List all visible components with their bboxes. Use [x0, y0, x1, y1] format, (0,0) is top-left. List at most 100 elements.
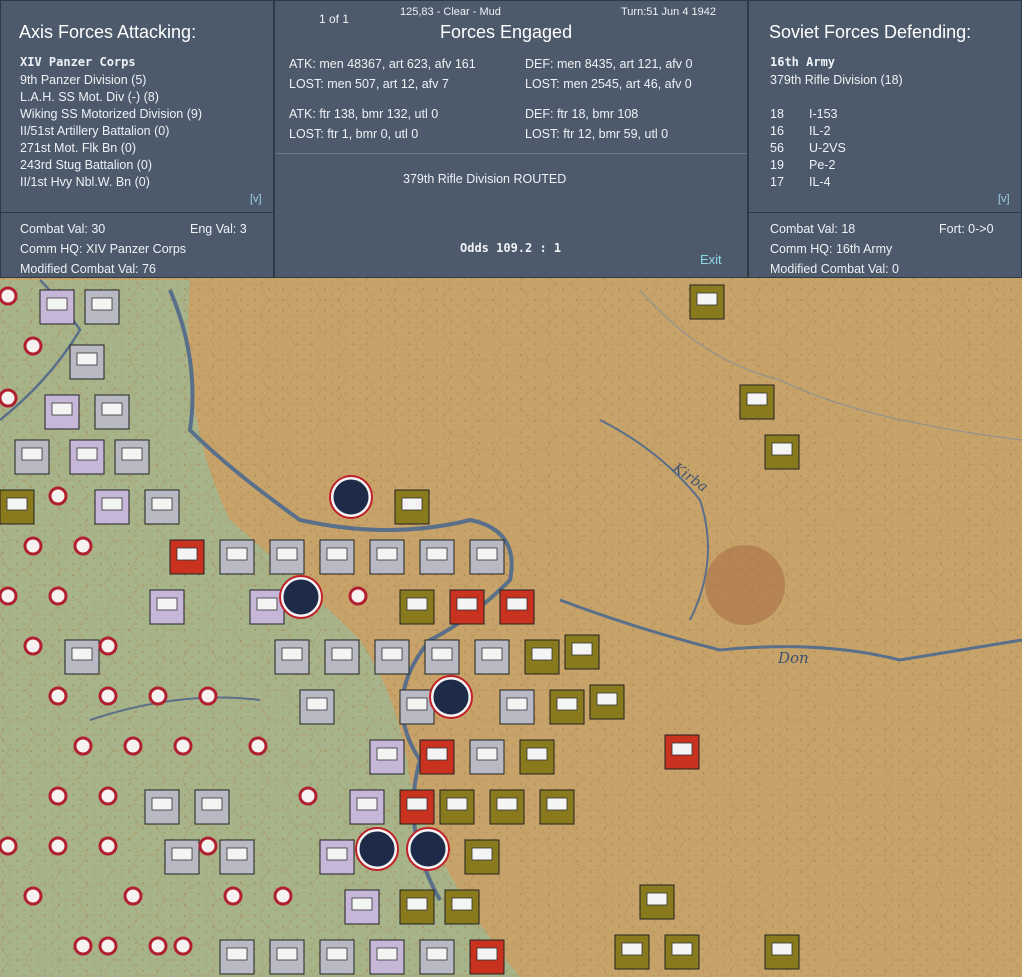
air-type: Pe-2 — [809, 158, 836, 172]
hex-marker-icon — [98, 836, 118, 856]
defender-hq: 16th Army — [770, 55, 836, 69]
hex-marker-icon — [48, 786, 68, 806]
air-mission-icon[interactable] — [330, 476, 372, 518]
hex-marker-icon — [73, 736, 93, 756]
divider — [275, 153, 747, 154]
hex-marker-icon — [98, 786, 118, 806]
air-type: U-2VS — [809, 141, 846, 155]
unit-symbol-icon — [571, 642, 593, 656]
attacker-unit: L.A.H. SS Mot. Div (-) (8) — [20, 90, 159, 104]
odds: Odds 109.2 : 1 — [460, 241, 562, 255]
attacker-unit: II/1st Hvy Nbl.W. Bn (0) — [20, 175, 150, 189]
unit-symbol-icon — [176, 547, 198, 561]
hex-marker-icon — [48, 686, 68, 706]
unit-symbol-icon — [376, 547, 398, 561]
unit-symbol-icon — [531, 647, 553, 661]
unit-symbol-icon — [276, 547, 298, 561]
attacker-hq: XIV Panzer Corps — [20, 55, 136, 69]
air-mission-icon[interactable] — [356, 828, 398, 870]
unit-symbol-icon — [356, 797, 378, 811]
unit-symbol-icon — [326, 847, 348, 861]
unit-symbol-icon — [171, 847, 193, 861]
unit-symbol-icon — [506, 697, 528, 711]
hex-marker-icon — [0, 836, 18, 856]
attacker-expand-button[interactable]: [v] — [250, 193, 262, 205]
attacker-unit: 243rd Stug Battalion (0) — [20, 158, 153, 172]
unit-symbol-icon — [506, 597, 528, 611]
divider — [1, 212, 273, 213]
air-count: 16 — [770, 124, 784, 138]
unit-symbol-icon — [151, 797, 173, 811]
attacker-unit: 271st Mot. Flk Bn (0) — [20, 141, 137, 155]
attacker-eng-val: Eng Val: 3 — [190, 222, 247, 236]
unit-symbol-icon — [746, 392, 768, 406]
attacker-unit: 9th Panzer Division (5) — [20, 73, 147, 87]
defender-fort: Fort: 0->0 — [939, 222, 994, 236]
attacker-title: Axis Forces Attacking: — [19, 22, 197, 42]
unit-symbol-icon — [406, 697, 428, 711]
unit-symbol-icon — [201, 797, 223, 811]
unit-symbol-icon — [771, 442, 793, 456]
unit-symbol-icon — [101, 497, 123, 511]
unit-symbol-icon — [6, 497, 28, 511]
attacker-combat-val: Combat Val: 30 — [20, 222, 106, 236]
attacker-modified-val: Modified Combat Val: 76 — [20, 262, 156, 276]
air-type: IL-2 — [809, 124, 831, 138]
atk-air-lost: LOST: ftr 1, bmr 0, utl 0 — [289, 127, 419, 141]
unit-symbol-icon — [51, 402, 73, 416]
hex-marker-icon — [48, 586, 68, 606]
unit-symbol-icon — [481, 647, 503, 661]
attacker-comm-hq: Comm HQ: XIV Panzer Corps — [20, 242, 187, 256]
unit-symbol-icon — [426, 947, 448, 961]
combat-result: 379th Rifle Division ROUTED — [403, 172, 567, 186]
map-label-don: Don — [777, 649, 809, 667]
hex-marker-icon — [23, 336, 43, 356]
unit-symbol-icon — [546, 797, 568, 811]
unit-symbol-icon — [281, 647, 303, 661]
unit-symbol-icon — [476, 747, 498, 761]
attacker-unit: II/51st Artillery Battalion (0) — [20, 124, 170, 138]
hex-marker-icon — [98, 686, 118, 706]
hex-info: 125,83 - Clear - Mud — [400, 6, 501, 18]
hex-marker-icon — [148, 936, 168, 956]
unit-symbol-icon — [406, 897, 428, 911]
atk-ground-lost: LOST: men 507, art 12, afv 7 — [289, 77, 449, 91]
defender-modified-val: Modified Combat Val: 0 — [770, 262, 899, 276]
defender-title: Soviet Forces Defending: — [769, 22, 972, 42]
air-mission-icon[interactable] — [407, 828, 449, 870]
unit-symbol-icon — [556, 697, 578, 711]
unit-symbol-icon — [226, 847, 248, 861]
hex-marker-icon — [98, 936, 118, 956]
def-air-lost: LOST: ftr 12, bmr 59, utl 0 — [525, 127, 669, 141]
air-mission-icon[interactable] — [280, 576, 322, 618]
unit-symbol-icon — [406, 797, 428, 811]
hex-marker-icon — [23, 636, 43, 656]
defender-unit: 379th Rifle Division (18) — [770, 73, 903, 87]
unit-symbol-icon — [376, 747, 398, 761]
defender-panel: Soviet Forces Defending: 16th Army 379th… — [748, 0, 1022, 278]
unit-symbol-icon — [76, 447, 98, 461]
unit-symbol-icon — [226, 947, 248, 961]
exit-button[interactable]: Exit — [700, 252, 722, 267]
hex-marker-icon — [73, 536, 93, 556]
hex-marker-icon — [173, 936, 193, 956]
hex-marker-icon — [273, 886, 293, 906]
unit-symbol-icon — [121, 447, 143, 461]
unit-symbol-icon — [526, 747, 548, 761]
unit-symbol-icon — [646, 892, 668, 906]
hex-marker-icon — [123, 886, 143, 906]
unit-symbol-icon — [91, 297, 113, 311]
unit-symbol-icon — [621, 942, 643, 956]
unit-symbol-icon — [456, 597, 478, 611]
hex-marker-icon — [123, 736, 143, 756]
hex-marker-icon — [0, 388, 18, 408]
air-count: 18 — [770, 107, 784, 121]
defender-expand-button[interactable]: [v] — [998, 193, 1010, 205]
air-mission-icon[interactable] — [430, 676, 472, 718]
unit-symbol-icon — [101, 402, 123, 416]
air-count: 56 — [770, 141, 784, 155]
unit-symbol-icon — [46, 297, 68, 311]
atk-air: ATK: ftr 138, bmr 132, utl 0 — [289, 107, 439, 121]
air-type: IL-4 — [809, 175, 831, 189]
page-indicator: 1 of 1 — [319, 12, 350, 26]
